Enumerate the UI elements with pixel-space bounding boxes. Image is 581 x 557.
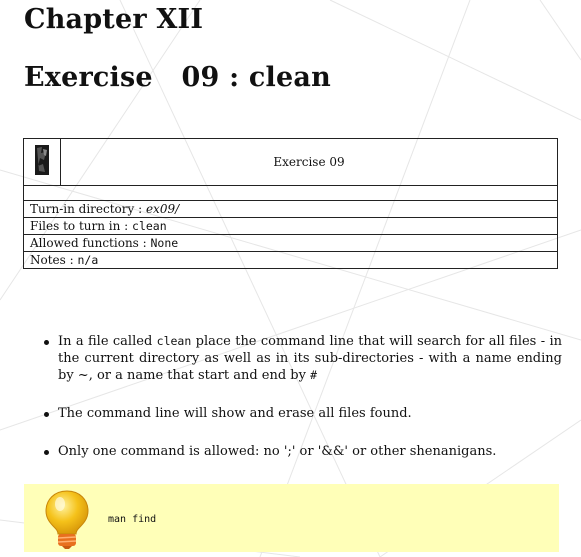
table-row: Turn-in directory : ex09/ [23, 200, 558, 218]
files-to-turn-in-label: Files to turn in : [30, 219, 133, 233]
hint-box: man find [24, 484, 559, 552]
hash-code: # [310, 368, 318, 382]
table-title: Exercise 09 [60, 138, 558, 186]
turn-in-directory-label: Turn-in directory : [30, 202, 146, 216]
table-spacer-row [23, 185, 558, 201]
table-row: Notes : n/a [23, 251, 558, 269]
bullet-icon [44, 412, 49, 417]
table-row: Files to turn in : clean [23, 217, 558, 235]
instruction-list: In a file called clean place the command… [42, 333, 562, 481]
bullet-text: The command line will show and erase all… [58, 406, 412, 421]
chapter-title: Chapter XII [24, 4, 204, 35]
bullet-icon [44, 450, 49, 455]
allowed-functions-value: None [150, 236, 179, 250]
allowed-functions-cell: Allowed functions : None [23, 234, 558, 252]
filename-code: clean [156, 334, 192, 348]
bullet-text: Only one command is allowed: no ';' or '… [58, 444, 497, 459]
files-to-turn-in-value: clean [132, 219, 167, 233]
logo-icon [35, 145, 49, 175]
notes-label: Notes : [30, 253, 78, 267]
hint-text: man find [108, 514, 157, 525]
notes-cell: Notes : n/a [23, 251, 558, 269]
bullet-icon [44, 340, 49, 345]
allowed-functions-label: Allowed functions : [30, 236, 151, 250]
notes-value: n/a [77, 253, 99, 267]
list-item: In a file called clean place the command… [42, 333, 562, 384]
exercise-title: Exercise 09 : clean [24, 62, 331, 93]
turn-in-directory-cell: Turn-in directory : ex09/ [23, 200, 558, 218]
table-header-row: Exercise 09 [23, 138, 558, 186]
logo-cell [23, 138, 61, 186]
list-item: Only one command is allowed: no ';' or '… [42, 443, 562, 460]
lightbulb-icon [45, 490, 89, 549]
bullet-text: In a file called [58, 334, 157, 349]
turn-in-directory-value: ex09/ [145, 202, 180, 216]
list-item: The command line will show and erase all… [42, 405, 562, 422]
table-row: Allowed functions : None [23, 234, 558, 252]
files-to-turn-in-cell: Files to turn in : clean [23, 217, 558, 235]
exercise-info-table: Exercise 09 Turn-in directory : ex09/ Fi… [23, 138, 558, 269]
